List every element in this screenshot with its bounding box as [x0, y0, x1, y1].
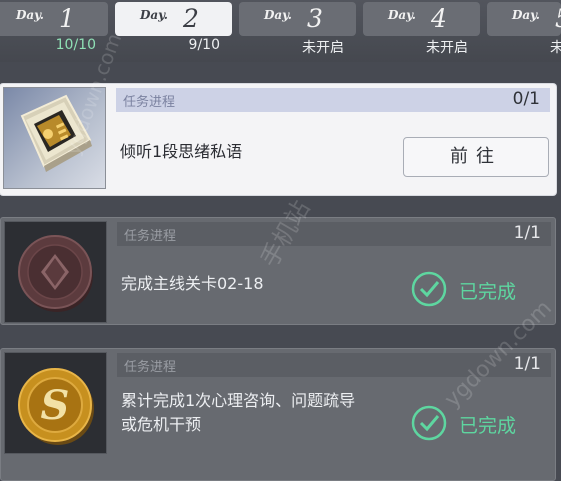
task-description: 累计完成1次心理咨询、问题疏导 或危机干预: [121, 389, 355, 437]
task-card-2: 任务进程 1/1 完成主线关卡02-18 已完成: [0, 217, 556, 325]
task-progress-count: 1/1: [513, 223, 541, 243]
task-thumbnail: S: [4, 352, 107, 454]
tab-day-number: 2: [183, 4, 199, 33]
dark-diamond-coin-icon: [18, 235, 93, 312]
task-progress-count: 1/1: [513, 354, 541, 374]
tab-day-4-status: 未开启: [426, 40, 468, 56]
tab-day-5[interactable]: Day. 5: [487, 2, 561, 36]
task-card-1: 任务进程 0/1 倾听1段思绪私语 前往: [0, 84, 556, 195]
day-tab-bar: Day. 1 10/10 Day. 2 9/10 Day. 3 未开启 Day.…: [0, 0, 561, 62]
tab-day-1-status: 10/10: [55, 37, 96, 53]
tab-day-4[interactable]: Day. 4: [363, 2, 480, 36]
task-progress-label: 任务进程: [123, 95, 176, 110]
task-description: 完成主线关卡02-18: [121, 274, 264, 293]
tab-day-label: Day.: [512, 8, 540, 22]
tab-day-label: Day.: [388, 8, 416, 22]
check-circle-icon: [411, 405, 447, 441]
svg-text:S: S: [41, 382, 70, 429]
task-description: 倾听1段思绪私语: [120, 142, 243, 161]
task-card-3: S 任务进程 1/1 累计完成1次心理咨询、问题疏导 或危机干预 已完成: [0, 348, 556, 481]
task-progress-bar: 任务进程 1/1: [117, 222, 551, 246]
task-thumbnail: [3, 87, 106, 189]
tab-day-1[interactable]: Day. 1: [0, 2, 108, 36]
task-complete-label: 已完成: [459, 281, 517, 303]
tab-day-5-status: 未: [550, 40, 561, 56]
gold-chip-icon: [20, 94, 92, 172]
tab-day-number: 4: [431, 4, 447, 33]
check-circle-icon: [411, 271, 447, 307]
go-button[interactable]: 前往: [403, 137, 549, 177]
task-description-line: 累计完成1次心理咨询、问题疏导: [121, 391, 356, 410]
tab-day-label: Day.: [140, 8, 168, 22]
tab-day-number: 1: [59, 4, 75, 33]
tab-day-number: 5: [555, 4, 561, 33]
task-progress-bar: 任务进程 0/1: [116, 88, 550, 112]
task-progress-label: 任务进程: [124, 360, 177, 375]
tab-day-2-status: 9/10: [188, 37, 220, 53]
gold-s-coin-icon: S: [18, 368, 94, 445]
tab-day-number: 3: [307, 4, 323, 33]
task-progress-count: 0/1: [512, 89, 540, 109]
tab-day-2[interactable]: Day. 2: [115, 2, 232, 36]
tab-day-3[interactable]: Day. 3: [239, 2, 356, 36]
tab-day-label: Day.: [264, 8, 292, 22]
task-progress-bar: 任务进程 1/1: [117, 353, 551, 377]
task-progress-label: 任务进程: [124, 229, 177, 244]
task-complete-label: 已完成: [459, 415, 517, 437]
tab-day-label: Day.: [16, 8, 44, 22]
tab-day-3-status: 未开启: [302, 40, 344, 56]
task-thumbnail: [4, 221, 107, 323]
task-description-line: 或危机干预: [121, 415, 202, 434]
